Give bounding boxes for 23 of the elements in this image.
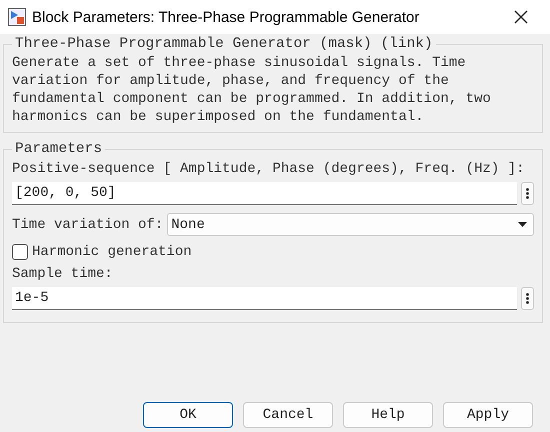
more-options-icon bbox=[526, 188, 529, 199]
checkbox-label: Harmonic generation bbox=[32, 244, 192, 260]
input-field[interactable]: [200, 0, 50] bbox=[12, 182, 517, 205]
mask-title: Three-Phase Programmable Generator (mask) (link) bbox=[14, 36, 434, 52]
dialog-button[interactable]: Cancel bbox=[243, 402, 333, 428]
window-title: Block Parameters: Three-Phase Programmable Generator bbox=[32, 8, 420, 26]
parameter-label: Sample time: bbox=[12, 266, 113, 282]
caret-icon bbox=[518, 222, 527, 227]
dialog-button[interactable]: Apply bbox=[443, 402, 533, 428]
dropdown[interactable]: None bbox=[167, 213, 534, 236]
parameter-label: Time variation of: bbox=[12, 216, 164, 232]
parameter-label: Positive-sequence [ Amplitude, Phase (degrees), Freq. (Hz) ]: bbox=[12, 161, 524, 177]
dialog-button[interactable]: OK bbox=[143, 402, 233, 428]
close-icon[interactable] bbox=[514, 10, 528, 24]
description: Generate a set of three-phase sinusoidal signals. Time variation for amplitude, phase, and frequency of the fundamental component can be programmed. In addition, two harmonics can be superimposed on the fundamental. bbox=[12, 54, 492, 126]
dialog-button[interactable]: Help bbox=[343, 402, 433, 428]
options-button[interactable] bbox=[521, 287, 534, 310]
checkbox[interactable] bbox=[12, 244, 28, 260]
app-icon bbox=[8, 8, 26, 26]
options-button[interactable] bbox=[521, 182, 534, 205]
section-title: Parameters bbox=[14, 141, 104, 157]
more-options-icon bbox=[526, 293, 529, 304]
input-field[interactable]: 1e-5 bbox=[12, 287, 517, 310]
